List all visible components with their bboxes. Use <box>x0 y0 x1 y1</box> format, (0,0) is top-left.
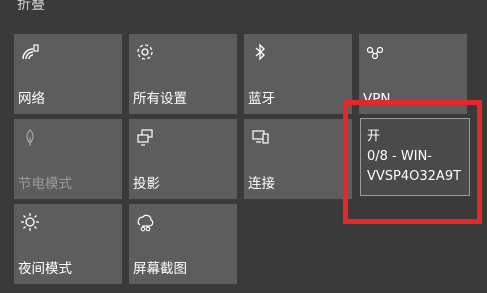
tile-connect[interactable]: 连接 <box>244 119 352 199</box>
tile-network[interactable]: 网络 <box>14 34 122 114</box>
project-icon <box>134 126 156 148</box>
tile-label: 所有设置 <box>133 91 187 107</box>
battery-saver-icon <box>19 126 41 148</box>
panel-header[interactable]: 折叠 <box>17 0 45 14</box>
tile-label: 夜间模式 <box>18 261 72 277</box>
tile-label: 节电模式 <box>18 176 72 192</box>
tile-battery-saver[interactable]: 节电模式 <box>14 119 122 199</box>
tile-label: 屏幕截图 <box>133 261 187 277</box>
tile-screen-snip[interactable]: 屏幕截图 <box>129 204 237 284</box>
tile-label: 网络 <box>18 91 45 107</box>
hotspot-clients: 0/8 - WIN- <box>367 149 432 164</box>
tile-project[interactable]: 投影 <box>129 119 237 199</box>
tile-label: VPN <box>363 91 391 107</box>
tile-night-light[interactable]: 夜间模式 <box>14 204 122 284</box>
screen-snip-icon <box>134 211 156 233</box>
tile-label: 蓝牙 <box>248 91 275 107</box>
vpn-icon <box>364 41 386 63</box>
night-light-icon <box>19 211 41 233</box>
network-wifi-icon <box>19 41 41 63</box>
hotspot-state: 开 <box>367 129 381 144</box>
tile-bluetooth[interactable]: 蓝牙 <box>244 34 352 114</box>
hotspot-device: VVSP4O32A9T <box>367 169 462 184</box>
tile-vpn[interactable]: VPN <box>359 34 467 114</box>
tile-label: 投影 <box>133 176 160 192</box>
tile-all-settings[interactable]: 所有设置 <box>129 34 237 114</box>
tile-label: 连接 <box>248 176 275 192</box>
gear-icon <box>134 41 156 63</box>
bluetooth-icon <box>249 41 271 63</box>
hotspot-popup[interactable]: 开 0/8 - WIN- VVSP4O32A9T <box>360 118 470 196</box>
connect-icon <box>249 126 271 148</box>
